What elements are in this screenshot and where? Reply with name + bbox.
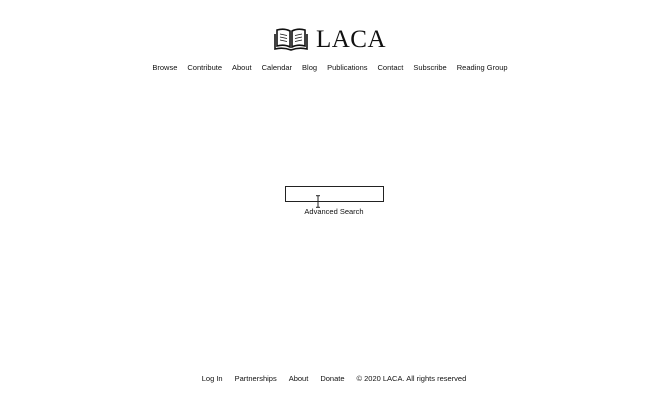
nav-item-blog[interactable]: Blog xyxy=(302,62,317,74)
footer-about-link[interactable]: About xyxy=(289,373,309,385)
nav-item-contribute[interactable]: Contribute xyxy=(187,62,222,74)
footer-partnerships-link[interactable]: Partnerships xyxy=(235,373,277,385)
nav-item-reading-group[interactable]: Reading Group xyxy=(457,62,508,74)
site-logo[interactable]: LACA xyxy=(0,24,660,54)
nav-item-subscribe[interactable]: Subscribe xyxy=(413,62,446,74)
advanced-search-row: Advanced Search xyxy=(0,206,660,217)
nav-item-browse[interactable]: Browse xyxy=(152,62,177,74)
footer-login-link[interactable]: Log In xyxy=(202,373,223,385)
nav-item-publications[interactable]: Publications xyxy=(327,62,367,74)
main-navigation: Browse Contribute About Calendar Blog Pu… xyxy=(0,62,660,74)
nav-item-contact[interactable]: Contact xyxy=(378,62,404,74)
advanced-search-link[interactable]: Advanced Search xyxy=(304,207,363,216)
nav-item-about[interactable]: About xyxy=(232,62,252,74)
search-input[interactable] xyxy=(285,186,384,202)
open-book-icon xyxy=(274,28,308,51)
site-footer: Log In Partnerships About Donate © 2020 … xyxy=(0,373,660,385)
copyright-notice: © 2020 LACA. All rights reserved xyxy=(356,374,467,383)
search-form xyxy=(285,186,384,202)
site-title: LACA xyxy=(315,26,387,53)
nav-item-calendar[interactable]: Calendar xyxy=(262,62,292,74)
footer-donate-link[interactable]: Donate xyxy=(320,373,344,385)
